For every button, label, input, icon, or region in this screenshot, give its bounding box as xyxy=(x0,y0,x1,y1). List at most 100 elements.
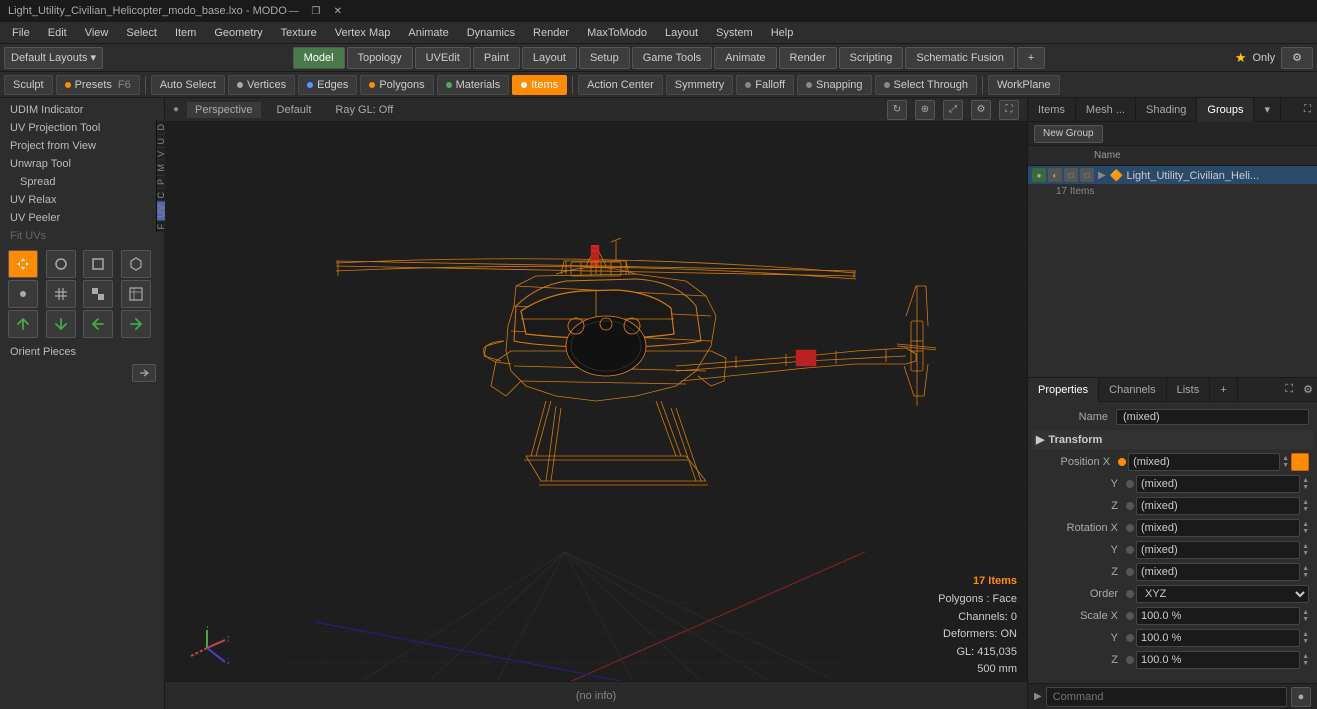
tool-icon-up[interactable] xyxy=(8,310,38,338)
uv-relax[interactable]: UV Relax xyxy=(4,192,160,208)
tool-icon-texture[interactable] xyxy=(121,280,151,308)
menu-item-edit[interactable]: Edit xyxy=(40,22,75,44)
menu-item-vertex map[interactable]: Vertex Map xyxy=(327,22,399,44)
tool-icon-uv-move[interactable] xyxy=(8,280,38,308)
scale-x-input[interactable] xyxy=(1136,607,1300,625)
rotation-x-input[interactable] xyxy=(1136,519,1300,537)
menu-item-system[interactable]: System xyxy=(708,22,761,44)
scale-y-input[interactable] xyxy=(1136,629,1300,647)
scripting-button[interactable]: Scripting xyxy=(839,47,904,69)
group-row-helicopter[interactable]: ● ◐ □ □ ▶ 🔶 Light_Utility_Civilian_Heli.… xyxy=(1028,166,1317,184)
symmetry-button[interactable]: Symmetry xyxy=(666,75,734,95)
props-expand-icon[interactable]: ⛶ xyxy=(1279,383,1299,396)
viewport-canvas[interactable]: 17 Items Polygons : Face Channels: 0 Def… xyxy=(165,122,1027,709)
maximize-button[interactable]: ❐ xyxy=(309,4,323,18)
model-mode-button[interactable]: Model xyxy=(293,47,345,69)
group-icon-3[interactable]: □ xyxy=(1064,168,1078,182)
viewport-zoom-icon[interactable]: ⊕ xyxy=(915,100,935,120)
vertices-button[interactable]: Vertices xyxy=(228,75,295,95)
minimize-button[interactable]: — xyxy=(287,4,301,18)
menu-item-file[interactable]: File xyxy=(4,22,38,44)
tool-icon-rotate[interactable] xyxy=(46,250,76,278)
fit-uvs[interactable]: Fit UVs xyxy=(4,228,160,244)
menu-item-view[interactable]: View xyxy=(77,22,117,44)
uv-peeler[interactable]: UV Peeler xyxy=(4,210,160,226)
setup-button[interactable]: Setup xyxy=(579,47,630,69)
tool-icon-scale[interactable] xyxy=(83,250,113,278)
new-group-button[interactable]: New Group xyxy=(1034,125,1103,143)
edges-button[interactable]: Edges xyxy=(298,75,357,95)
viewport-rotate-icon[interactable]: ↻ xyxy=(887,100,907,120)
props-settings-icon[interactable]: ⚙ xyxy=(1299,383,1317,396)
position-x-anim-btn[interactable] xyxy=(1291,453,1309,471)
rotation-y-input[interactable] xyxy=(1136,541,1300,559)
perspective-label[interactable]: Perspective xyxy=(187,102,260,118)
scale-z-input[interactable] xyxy=(1136,651,1300,669)
menu-item-maxtomodo[interactable]: MaxToModo xyxy=(579,22,655,44)
command-run-button[interactable]: ● xyxy=(1291,687,1311,707)
items-button[interactable]: Items xyxy=(512,75,567,95)
settings-button[interactable]: ⚙ xyxy=(1281,47,1313,69)
position-x-input[interactable] xyxy=(1128,453,1280,471)
sculpt-button[interactable]: Sculpt xyxy=(4,75,53,95)
collapse-button[interactable] xyxy=(132,364,156,382)
transform-section[interactable]: ▶ Transform xyxy=(1032,430,1313,449)
select-through-button[interactable]: Select Through xyxy=(875,75,977,95)
ray-gl-label[interactable]: Ray GL: Off xyxy=(327,102,401,118)
game-tools-button[interactable]: Game Tools xyxy=(632,47,713,69)
viewport[interactable]: ● Perspective Default Ray GL: Off ↻ ⊕ ⤢ … xyxy=(165,98,1027,709)
orient-pieces[interactable]: Orient Pieces xyxy=(4,344,160,360)
close-button[interactable]: ✕ xyxy=(331,4,345,18)
action-center-button[interactable]: Action Center xyxy=(578,75,663,95)
position-y-input[interactable] xyxy=(1136,475,1300,493)
paint-button[interactable]: Paint xyxy=(473,47,520,69)
name-property-input[interactable] xyxy=(1116,409,1309,425)
menu-item-texture[interactable]: Texture xyxy=(273,22,325,44)
tool-icon-left[interactable] xyxy=(83,310,113,338)
menu-item-geometry[interactable]: Geometry xyxy=(206,22,270,44)
menu-item-layout[interactable]: Layout xyxy=(657,22,706,44)
groups-expand-icon[interactable]: ⛶ xyxy=(1298,98,1317,122)
properties-tab[interactable]: Properties xyxy=(1028,378,1099,402)
viewport-fit-icon[interactable]: ⤢ xyxy=(943,100,963,120)
menu-item-help[interactable]: Help xyxy=(763,22,802,44)
polygons-button[interactable]: Polygons xyxy=(360,75,433,95)
spread-item[interactable]: Spread xyxy=(4,174,160,190)
add-layout-button[interactable]: + xyxy=(1017,47,1045,69)
tool-icon-move[interactable] xyxy=(8,250,38,278)
tool-icon-box[interactable] xyxy=(121,250,151,278)
rotation-z-input[interactable] xyxy=(1136,563,1300,581)
default-label[interactable]: Default xyxy=(269,102,320,118)
shading-tab[interactable]: Shading xyxy=(1136,98,1197,122)
command-input[interactable] xyxy=(1046,687,1287,707)
position-z-input[interactable] xyxy=(1136,497,1300,515)
materials-button[interactable]: Materials xyxy=(437,75,510,95)
schematic-button[interactable]: Schematic Fusion xyxy=(905,47,1014,69)
udim-indicator[interactable]: UDIM Indicator xyxy=(4,102,160,118)
viewport-settings-icon[interactable]: ⚙ xyxy=(971,100,991,120)
project-from-view[interactable]: Project from View xyxy=(4,138,160,154)
tool-icon-down[interactable] xyxy=(46,310,76,338)
menu-item-item[interactable]: Item xyxy=(167,22,204,44)
animate-button[interactable]: Animate xyxy=(714,47,776,69)
menu-item-select[interactable]: Select xyxy=(118,22,165,44)
presets-button[interactable]: Presets F6 xyxy=(56,75,140,95)
position-x-up[interactable]: ▲ xyxy=(1282,455,1289,462)
topology-button[interactable]: Topology xyxy=(347,47,413,69)
layout-button[interactable]: Layout xyxy=(522,47,577,69)
tool-icon-right[interactable] xyxy=(121,310,151,338)
group-icon-2[interactable]: ◐ xyxy=(1048,168,1062,182)
layouts-dropdown[interactable]: Default Layouts ▾ xyxy=(4,47,103,69)
group-icon-4[interactable]: □ xyxy=(1080,168,1094,182)
menu-item-dynamics[interactable]: Dynamics xyxy=(459,22,523,44)
tool-icon-grid[interactable] xyxy=(46,280,76,308)
menu-item-animate[interactable]: Animate xyxy=(400,22,456,44)
render-button[interactable]: Render xyxy=(779,47,837,69)
viewport-expand-icon[interactable]: ⛶ xyxy=(999,100,1019,120)
group-eye-icon[interactable]: ● xyxy=(1032,168,1046,182)
lists-tab[interactable]: Lists xyxy=(1167,378,1211,402)
groups-tab[interactable]: Groups xyxy=(1197,98,1254,122)
channels-tab[interactable]: Channels xyxy=(1099,378,1166,402)
snapping-button[interactable]: Snapping xyxy=(797,75,872,95)
groups-dropdown-icon[interactable]: ▾ xyxy=(1254,98,1281,122)
